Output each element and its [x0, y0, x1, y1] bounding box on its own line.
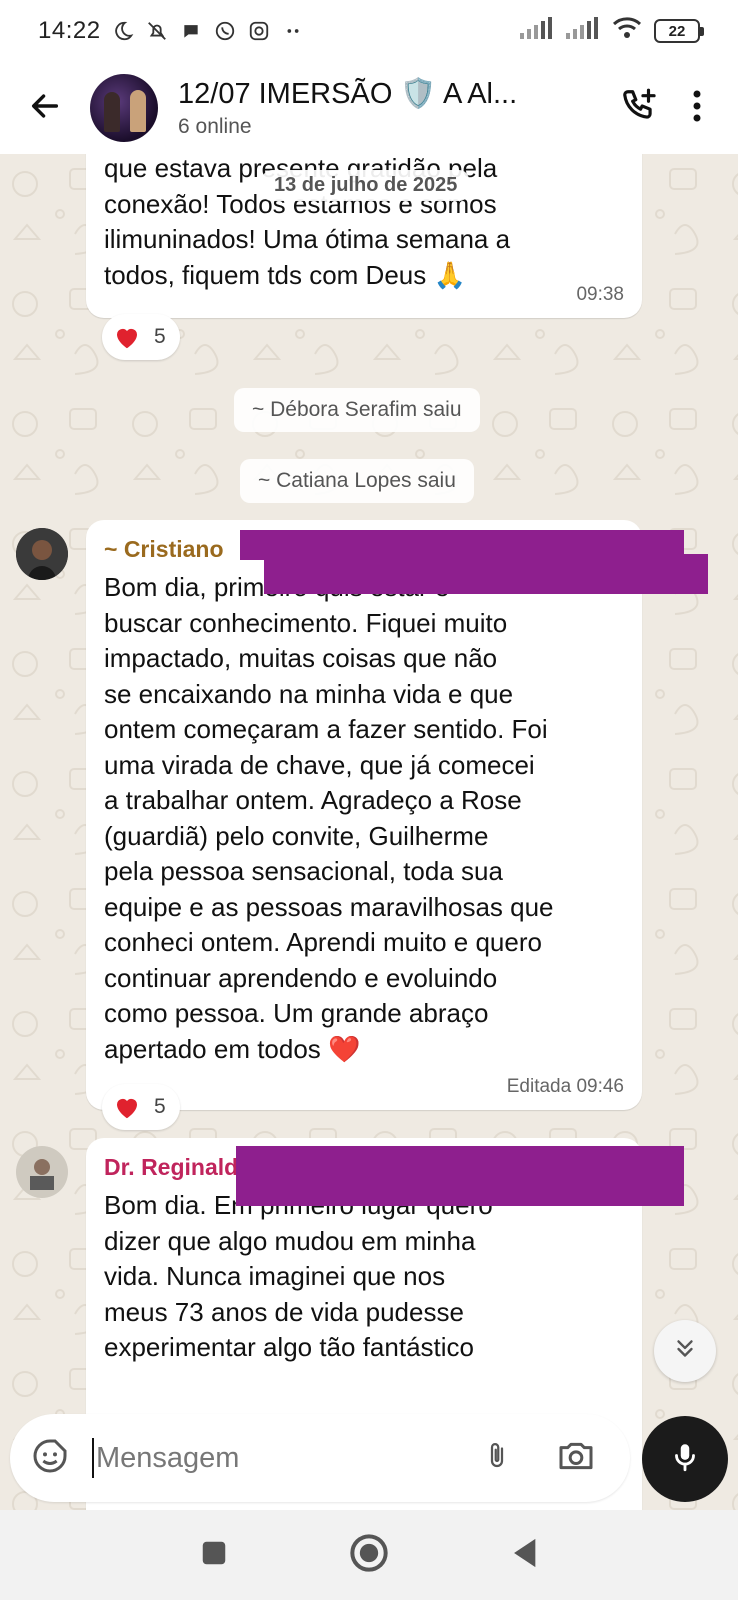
message-line: apertado em todos ❤️ [104, 1033, 361, 1064]
system-message: ~ Débora Serafim saiu [234, 388, 480, 432]
nav-recents-icon[interactable] [199, 1538, 229, 1573]
system-message: ~ Catiana Lopes saiu [240, 459, 474, 503]
group-title: 12/07 IMERSÃO 🛡️ A Al... [178, 78, 518, 110]
chat-header: 12/07 IMERSÃO 🛡️ A Al... 6 online [0, 62, 738, 154]
message-line: conheci ontem. Aprendi muito e quero [104, 927, 542, 957]
reaction-pill[interactable]: 5 [102, 1084, 180, 1130]
message-line: impactado, muitas coisas que não [104, 643, 498, 673]
camera-icon[interactable] [556, 1436, 596, 1481]
signal-2-icon [566, 16, 600, 46]
status-time: 14:22 [38, 17, 101, 44]
message-line: dizer que algo mudou em minha [104, 1225, 476, 1256]
attach-icon[interactable] [482, 1436, 512, 1481]
nav-home-icon[interactable] [349, 1533, 389, 1578]
message-composer[interactable]: Mensagem [10, 1414, 630, 1502]
sender-name[interactable]: Dr. Reginald [104, 1154, 238, 1181]
redaction-block [236, 1146, 684, 1206]
signal-icon [520, 16, 554, 46]
message-line: ilimuninados! Uma ótima semana a [104, 224, 511, 254]
muted-bell-icon [145, 19, 169, 43]
reaction-pill[interactable]: 5 [102, 314, 180, 360]
heart-icon [117, 1098, 137, 1119]
system-navigation-bar [0, 1510, 738, 1600]
message-bubble[interactable]: ~ Cristiano Bom dia, primeiro quis estar… [86, 520, 642, 1110]
message-time: Editada 09:46 [506, 1076, 624, 1097]
sticker-icon[interactable] [30, 1436, 70, 1481]
group-avatar[interactable] [90, 74, 158, 142]
redaction-block [264, 554, 708, 594]
do-not-disturb-icon [111, 19, 135, 43]
nav-back-icon[interactable] [509, 1536, 539, 1575]
message-line: ontem começaram a fazer sentido. Foi [104, 714, 548, 744]
add-call-icon[interactable] [620, 87, 658, 130]
message-line: equipe e as pessoas maravilhosas que [104, 891, 554, 922]
message-line: (guardiã) pelo convite, Guilherme [104, 820, 489, 851]
group-info[interactable]: 12/07 IMERSÃO 🛡️ A Al... 6 online [178, 77, 620, 139]
avatar[interactable] [16, 528, 68, 580]
message-line: pela pessoa sensacional, toda sua [104, 856, 503, 886]
message-line: vida. Nunca imaginei que nos [104, 1261, 446, 1291]
scroll-down-icon [672, 1336, 698, 1367]
mic-icon [668, 1440, 702, 1479]
message-time: 09:38 [576, 284, 624, 305]
avatar[interactable] [16, 1146, 68, 1198]
more-notifications-icon [281, 19, 305, 43]
instagram-icon [247, 19, 271, 43]
message-line: a trabalhar ontem. Agradeço a Rose [104, 785, 522, 815]
more-options-icon[interactable] [692, 89, 702, 128]
sender-name[interactable]: ~ Cristiano [104, 536, 224, 563]
message-line: todos, fiquem tds com Deus 🙏 [104, 259, 466, 290]
status-bar: 14:22 22 [0, 0, 738, 62]
heart-icon [117, 328, 137, 349]
message-line: experimentar algo tão fantástico [104, 1332, 474, 1362]
whatsapp-icon [213, 19, 237, 43]
message-placeholder: Mensagem [96, 1441, 240, 1474]
message-line: uma virada de chave, que já comecei [104, 749, 535, 780]
voice-record-button[interactable] [642, 1416, 728, 1502]
message-line: meus 73 anos de vida pudesse [104, 1296, 464, 1327]
message-input[interactable]: Mensagem [92, 1438, 482, 1478]
reaction-count: 5 [154, 325, 166, 348]
online-count: 6 online [178, 115, 252, 138]
date-separator: 13 de julho de 2025 [262, 170, 470, 201]
message-line: se encaixando na minha vida e que [104, 678, 514, 709]
chat-bubble-icon [179, 19, 203, 43]
back-arrow-icon [28, 89, 62, 128]
scroll-to-bottom-button[interactable] [654, 1320, 716, 1382]
message-line: continuar aprendendo e evoluindo [104, 962, 498, 993]
back-button[interactable] [0, 62, 90, 154]
chat-area[interactable]: que estava presente gratidão pela conexã… [0, 154, 738, 1510]
battery-indicator: 22 [654, 19, 704, 43]
message-line: como pessoa. Um grande abraço [104, 998, 489, 1028]
message-line: buscar conhecimento. Fiquei muito [104, 607, 508, 638]
wifi-icon [612, 16, 642, 47]
reaction-count: 5 [154, 1095, 166, 1118]
